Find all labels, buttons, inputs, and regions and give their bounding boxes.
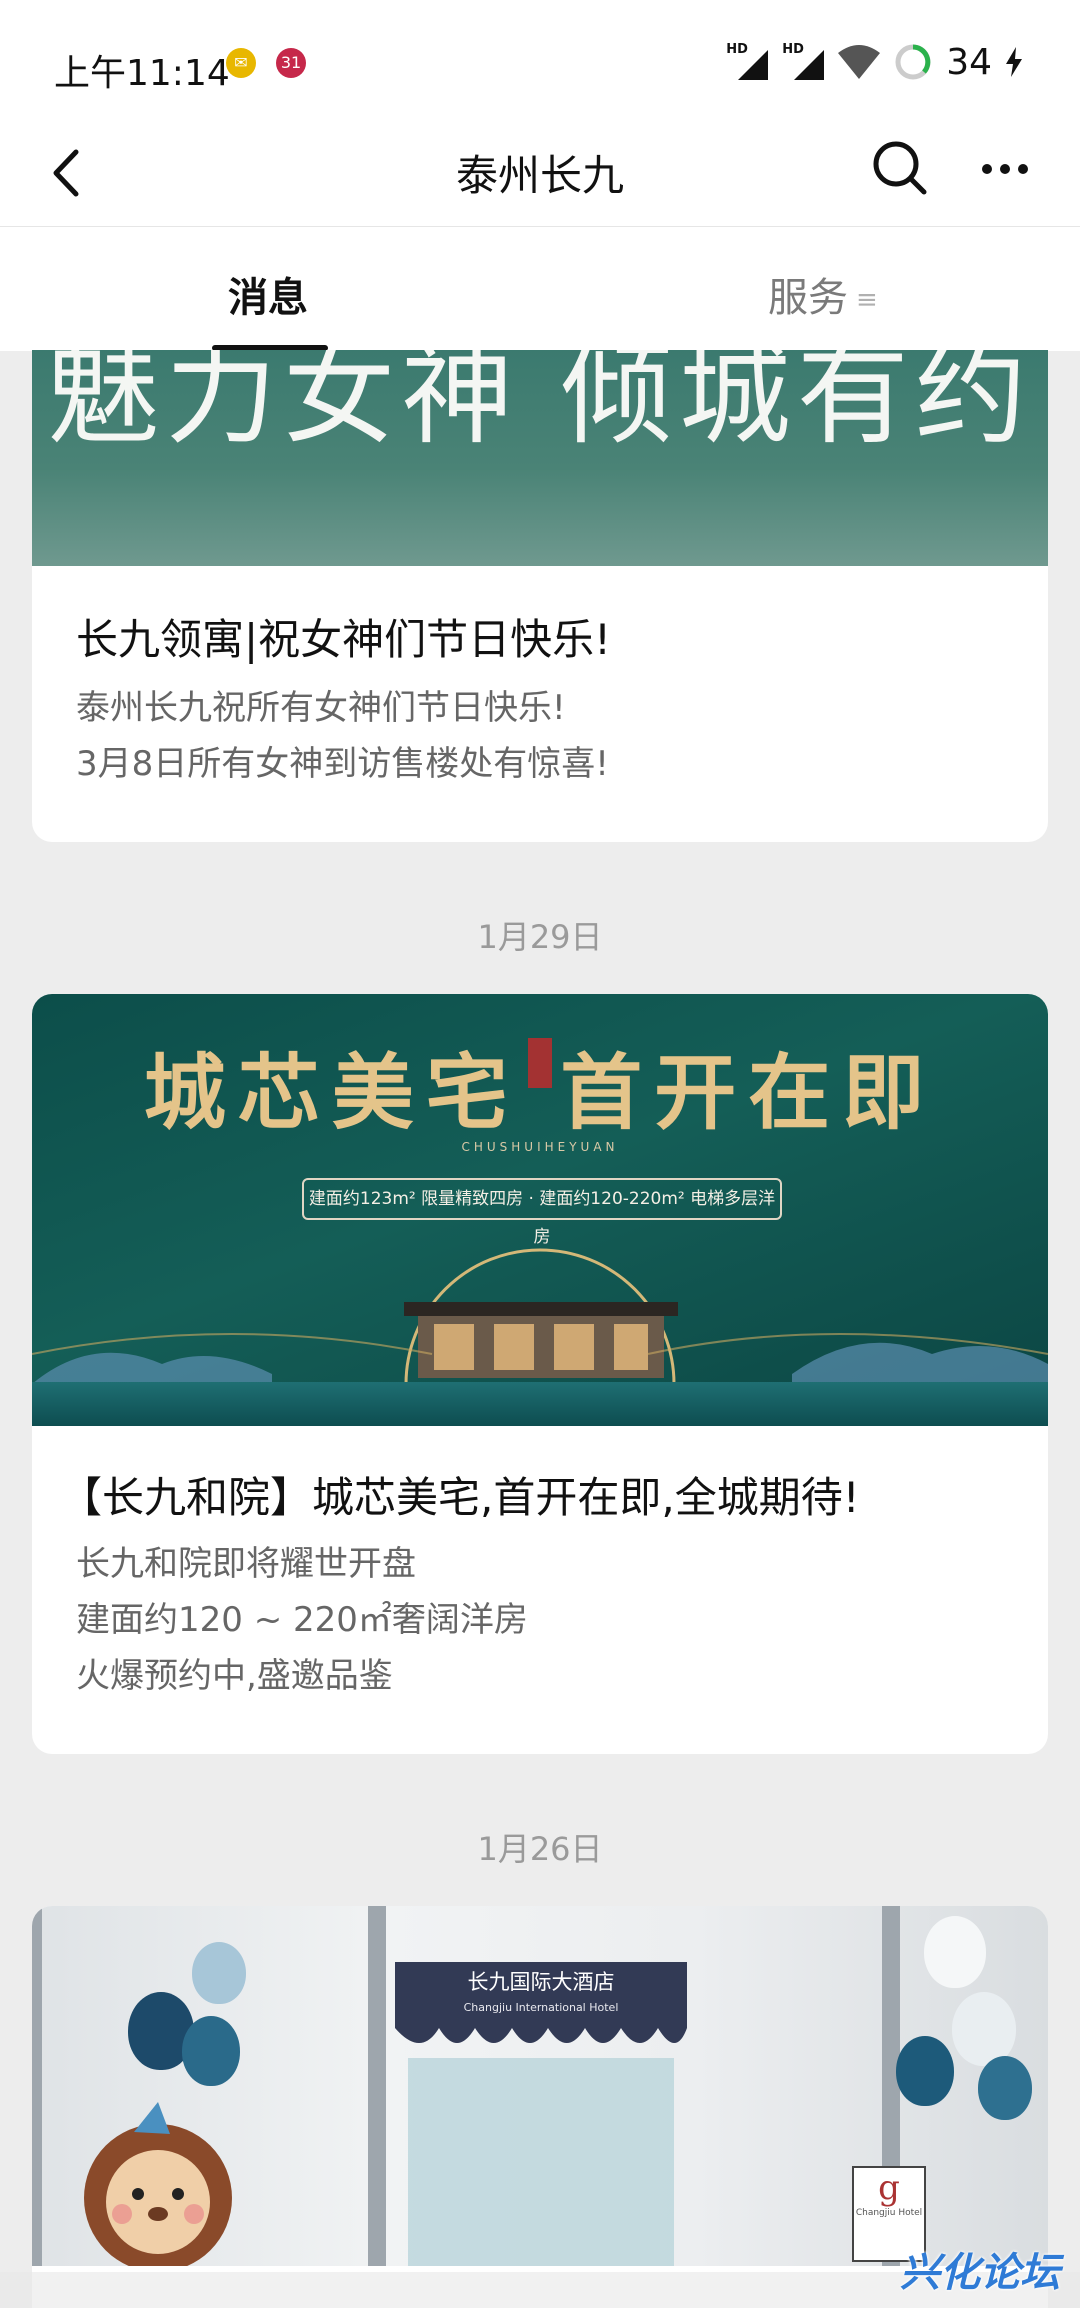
article-card[interactable]: 魅力女神 倾城有约 长九领寓|祝女神们节日快乐! 泰州长九祝所有女神们节日快乐!… xyxy=(32,350,1048,842)
balloon-decoration xyxy=(952,1992,1016,2066)
article-card[interactable]: 长九国际大酒店 Changjiu International Hotel g C… xyxy=(32,1906,1048,2308)
tab-services-label: 服务 xyxy=(768,275,848,321)
status-time: 上午11:14 xyxy=(54,53,230,94)
menu-lines-icon: ≡ xyxy=(856,285,878,315)
tab-services[interactable]: 服务 ≡ xyxy=(768,265,878,323)
cell-signal-icon: HD xyxy=(782,42,825,80)
article-cover-image: 长九国际大酒店 Changjiu International Hotel g C… xyxy=(32,1906,1048,2266)
cart-sign-logo: g xyxy=(878,2168,900,2208)
window-frame xyxy=(32,1906,42,2266)
article-title: 长九领寓|祝女神们节日快乐! xyxy=(76,615,611,664)
hotel-awning-sign: 长九国际大酒店 Changjiu International Hotel xyxy=(395,1962,687,2022)
cell-signal-icon: HD xyxy=(726,42,769,80)
status-indicators: HD HD 34 xyxy=(726,41,1022,83)
balloon-decoration xyxy=(192,1942,246,2004)
wifi-icon xyxy=(838,45,881,79)
article-summary: 泰州长九祝所有女神们节日快乐! 3月8日所有女神到访售楼处有惊喜! xyxy=(76,680,609,792)
water-decoration xyxy=(32,1382,1048,1426)
balloon-decoration xyxy=(896,2036,954,2106)
summary-line: 建面约120 ~ 220㎡奢阔洋房 xyxy=(76,1600,528,1640)
battery-level: 34 xyxy=(946,41,992,83)
lion-mascot-illustration xyxy=(84,2102,232,2266)
mountain-decoration xyxy=(32,1333,1048,1394)
window-frame xyxy=(368,1906,386,2266)
summary-line: 长九和院即将耀世开盘 xyxy=(76,1544,416,1584)
summary-line: 火爆预约中,盛邀品鉴 xyxy=(76,1656,393,1696)
search-icon[interactable] xyxy=(866,134,936,204)
date-separator: 1月26日 xyxy=(477,1830,603,1868)
dessert-cart xyxy=(408,2058,674,2266)
balloon-decoration xyxy=(978,2056,1032,2120)
summary-line: 3月8日所有女神到访售楼处有惊喜! xyxy=(76,744,609,784)
article-cover-image: 魅力女神 倾城有约 xyxy=(32,350,1048,566)
charging-icon xyxy=(1006,47,1022,77)
article-cover-image: 城芯美宅 首开在即 CHUSHUIHEYUAN 建面约123m² 限量精致四房 … xyxy=(32,994,1048,1426)
awning-scallop xyxy=(395,2022,687,2043)
date-separator: 1月29日 xyxy=(477,918,603,956)
status-bar: 上午11:14 ✉ 31 HD HD 34 xyxy=(0,0,1080,120)
article-card[interactable]: 城芯美宅 首开在即 CHUSHUIHEYUAN 建面约123m² 限量精致四房 … xyxy=(32,994,1048,1754)
cart-sign-label: Changjiu Hotel xyxy=(855,2208,923,2218)
red-seal-icon xyxy=(528,1038,552,1088)
battery-ring-icon xyxy=(895,44,931,80)
article-title: 【长九和院】城芯美宅,首开在即,全城期待! xyxy=(60,1473,860,1522)
banner-headline: 魅力女神 倾城有约 xyxy=(47,350,1033,460)
article-summary: 长九和院即将耀世开盘 建面约120 ~ 220㎡奢阔洋房 火爆预约中,盛邀品鉴 xyxy=(76,1536,528,1704)
banner-tagline: 建面约123m² 限量精致四房 · 建面约120-220m² 电梯多层洋房 xyxy=(302,1178,782,1247)
summary-line: 泰州长九祝所有女神们节日快乐! xyxy=(76,688,566,728)
balloon-decoration xyxy=(182,2016,240,2086)
site-watermark: 兴化论坛 xyxy=(900,2250,1060,2296)
more-horizontal-icon[interactable] xyxy=(970,134,1040,204)
mail-notification-icon: ✉ xyxy=(226,48,256,78)
hotel-name-cn: 长九国际大酒店 xyxy=(467,1970,615,1994)
balloon-decoration xyxy=(924,1916,986,1988)
banner-subtitle: CHUSHUIHEYUAN xyxy=(461,1140,619,1154)
tab-bar: 消息 服务 ≡ xyxy=(0,226,1080,351)
hotel-name-en: Changjiu International Hotel xyxy=(463,2001,619,2014)
title-bar: 泰州长九 xyxy=(0,120,1080,226)
tab-messages[interactable]: 消息 xyxy=(228,265,308,323)
calendar-notification-badge: 31 xyxy=(276,48,306,78)
